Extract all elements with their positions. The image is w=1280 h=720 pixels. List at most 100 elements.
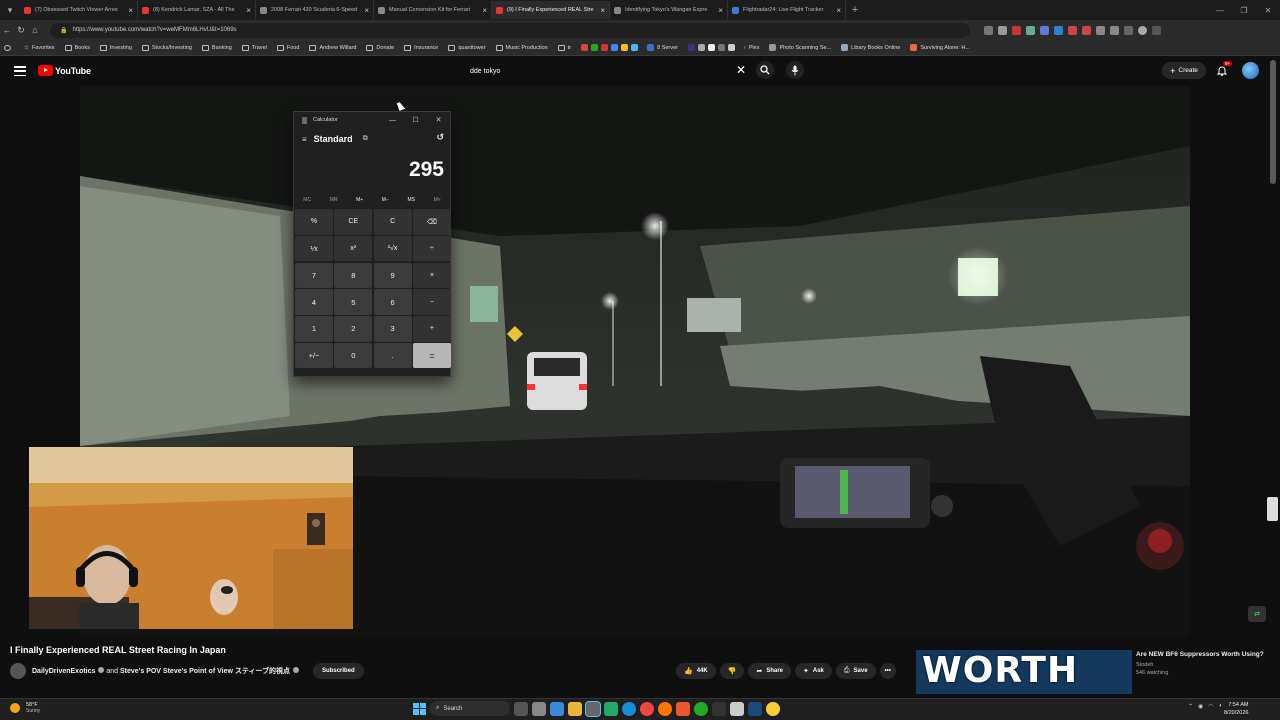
windows-start-icon[interactable]	[412, 702, 426, 716]
app-icon[interactable]	[604, 701, 618, 716]
key-subtract[interactable]: −	[412, 289, 451, 315]
chrome-icon[interactable]	[766, 701, 780, 716]
close-tab-icon[interactable]: ×	[836, 6, 841, 15]
calculator-window[interactable]: Calculator — ☐ ✕ ≡ Standard ⧉ ↺ 295 MC M…	[293, 111, 451, 377]
bookmark-photo-scanning[interactable]: Photo Scanning Se...	[769, 44, 831, 51]
channel-name[interactable]: DailyDrivenExotics and Steve's POV Steve…	[32, 666, 300, 676]
bookmark-folder[interactable]: Food	[276, 44, 299, 51]
key-clear[interactable]: C	[373, 209, 412, 235]
taskbar-clock[interactable]: 7:54 AM 8/20/2026	[1224, 701, 1248, 717]
key-decimal[interactable]: .	[373, 342, 412, 369]
page-scrollbar[interactable]	[1270, 60, 1276, 184]
close-tab-icon[interactable]: ×	[600, 6, 605, 15]
account-avatar[interactable]	[1242, 62, 1259, 79]
memory-store-button[interactable]: MS	[407, 197, 415, 203]
close-window-icon[interactable]: ✕	[1256, 0, 1280, 20]
back-icon[interactable]: ←	[0, 25, 14, 35]
refresh-icon[interactable]: ↻	[14, 25, 28, 36]
extension-icon[interactable]	[1054, 25, 1063, 35]
edge-icon[interactable]	[622, 701, 636, 716]
key-7[interactable]: 7	[295, 262, 333, 289]
new-tab-button[interactable]: +	[846, 4, 864, 16]
url-field[interactable]: 🔒 https://www.youtube.com/watch?v=weMFMm6…	[50, 22, 970, 38]
memory-subtract-button[interactable]: M−	[382, 197, 389, 203]
close-icon[interactable]: ✕	[427, 112, 450, 128]
hamburger-menu-icon[interactable]	[14, 65, 26, 77]
voice-search-button[interactable]	[786, 61, 804, 79]
bookmark-plex[interactable]: › Plex	[744, 45, 760, 51]
bookmark-folder[interactable]: Books	[64, 44, 90, 51]
key-4[interactable]: 4	[295, 289, 333, 315]
steam-icon[interactable]	[748, 701, 762, 716]
extension-icon[interactable]	[1096, 25, 1105, 35]
bookmark-folder[interactable]: Andrew Willard	[309, 44, 356, 51]
extension-icon[interactable]	[1068, 25, 1077, 35]
extension-icon[interactable]	[1026, 25, 1035, 35]
save-button[interactable]: ⎙ Save	[835, 663, 876, 679]
key-5[interactable]: 5	[334, 289, 373, 315]
minimize-icon[interactable]: —	[1208, 0, 1232, 20]
bookmark-toggle-icon[interactable]	[4, 44, 14, 51]
close-tab-icon[interactable]: ×	[246, 6, 251, 15]
browser-tab[interactable]: (7) Obsessed Twitch Viewer Arres ×	[20, 1, 138, 19]
browser-tab-active[interactable]: (9) I Finally Experienced REAL Stre ×	[492, 1, 610, 19]
close-tab-icon[interactable]: ×	[718, 6, 723, 15]
bookmark-folder[interactable]: Donate	[366, 44, 394, 51]
memory-clear-button[interactable]: MC	[303, 197, 311, 203]
channel-avatar[interactable]	[10, 663, 26, 679]
maximize-icon[interactable]: ☐	[404, 112, 427, 128]
key-3[interactable]: 3	[373, 316, 412, 342]
bookmark-surviving-alone[interactable]: Surviving Alone: H...	[910, 44, 970, 51]
read-aloud-icon[interactable]	[984, 25, 993, 35]
bookmark-site-icons[interactable]	[581, 44, 641, 51]
store-icon[interactable]	[550, 701, 564, 716]
restore-icon[interactable]: ❐	[1232, 0, 1256, 20]
key-clear-entry[interactable]: CE	[334, 209, 373, 235]
create-button[interactable]: + Create	[1162, 62, 1206, 79]
extension-icon[interactable]	[1082, 25, 1091, 35]
volume-icon[interactable]: ◖	[1219, 703, 1223, 710]
favorites-star-icon[interactable]	[998, 25, 1007, 35]
extension-icon[interactable]	[1012, 25, 1021, 35]
tab-actions-icon[interactable]: ▾	[0, 0, 20, 20]
memory-add-button[interactable]: M+	[356, 197, 363, 203]
taskbar-search[interactable]: ⌕ Search	[430, 701, 510, 716]
weather-widget[interactable]: 58°F Sunny	[10, 702, 40, 714]
key-2[interactable]: 2	[334, 316, 373, 342]
key-percent[interactable]: %	[295, 209, 333, 235]
key-multiply[interactable]: ×	[412, 262, 451, 289]
browser-tab[interactable]: Manual Conversion Kit for Ferrari ×	[374, 1, 492, 19]
keep-on-top-icon[interactable]: ⧉	[363, 135, 368, 143]
key-add[interactable]: +	[412, 316, 451, 342]
player-miniplayer-icon[interactable]: ⇄	[1248, 606, 1266, 622]
profile-icon[interactable]	[1138, 25, 1147, 35]
calculator-taskbar-icon[interactable]	[585, 700, 601, 717]
history-icon[interactable]: ↺	[436, 132, 444, 143]
close-tab-icon[interactable]: ×	[364, 6, 369, 15]
extension-icon[interactable]	[1110, 25, 1119, 35]
calculator-title-bar[interactable]: Calculator — ☐ ✕	[294, 112, 450, 128]
bookmark-folder[interactable]: Investing	[99, 44, 132, 51]
clear-search-icon[interactable]: ✕	[736, 63, 746, 77]
browser-tab[interactable]: Flightradar24: Live Flight Tracker ×	[728, 1, 846, 19]
firefox-icon[interactable]	[658, 701, 672, 716]
bookmark-folder[interactable]: Stocks/Investing	[141, 44, 192, 51]
key-equals[interactable]: =	[412, 342, 451, 369]
close-tab-icon[interactable]: ×	[482, 6, 487, 15]
settings-icon[interactable]	[1124, 25, 1133, 35]
bookmark-folder[interactable]: Insurance	[404, 44, 438, 51]
key-1[interactable]: 1	[295, 316, 333, 342]
recommended-video-info[interactable]: Are NEW BF6 Suppressors Worth Using? Sto…	[1136, 650, 1271, 676]
tray-chevron-icon[interactable]: ⌃	[1188, 703, 1193, 710]
key-backspace[interactable]: ⌫	[412, 209, 451, 235]
subscribed-button[interactable]: Subscribed	[313, 663, 364, 679]
minimize-icon[interactable]: —	[381, 112, 404, 128]
network-icon[interactable]: ◉	[1198, 703, 1203, 710]
key-negate[interactable]: +/−	[295, 342, 333, 369]
key-square-root[interactable]: ²√x	[373, 235, 412, 262]
youtube-logo[interactable]: YouTube	[38, 65, 91, 76]
dislike-button[interactable]: 👎	[719, 663, 745, 679]
xbox-icon[interactable]	[694, 701, 708, 716]
key-6[interactable]: 6	[373, 289, 412, 315]
browser-tab[interactable]: Identifying Tokyo's Wangan Expre ×	[610, 1, 728, 19]
